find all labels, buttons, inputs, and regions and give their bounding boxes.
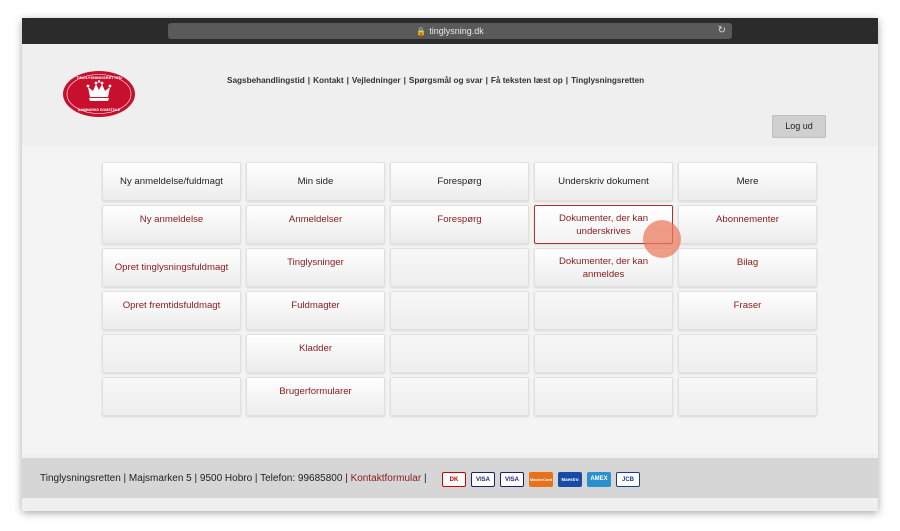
visa-electron-icon: VISA — [500, 472, 524, 487]
url-text: tinglysning.dk — [429, 26, 484, 36]
nav-spoergsmaal[interactable]: Spørgsmål og svar — [409, 76, 483, 85]
svg-text:DANMARKS DOMSTOLE: DANMARKS DOMSTOLE — [78, 108, 121, 112]
touch-indicator — [643, 220, 681, 258]
contact-form-link[interactable]: Kontaktformular — [351, 473, 422, 484]
menu-item-ny-anmeldelse[interactable]: Ny anmeldelse — [102, 205, 241, 244]
menu-empty-cell — [390, 291, 529, 330]
menu-item-bilag[interactable]: Bilag — [678, 248, 817, 287]
nav-tinglysningsretten[interactable]: Tinglysningsretten — [571, 76, 644, 85]
menu-item-opret-tinglysningsfuldmagt[interactable]: Opret tinglysningsfuldmagt — [102, 248, 241, 287]
menu-item-tinglysninger[interactable]: Tinglysninger — [246, 248, 385, 287]
menu-empty-cell — [534, 334, 673, 373]
menu-item-fraser[interactable]: Fraser — [678, 291, 817, 330]
menu-item-foresporg[interactable]: Forespørg — [390, 205, 529, 244]
menu-empty-cell — [678, 334, 817, 373]
main-menu-panel: Ny anmeldelse/fuldmagt Ny anmeldelse Opr… — [22, 146, 878, 454]
tinglysningsretten-logo[interactable]: TINGLYSNINGSRETTEN DANMARKS DOMSTOLE — [62, 70, 136, 118]
address-bar[interactable]: 🔒 tinglysning.dk ↻ — [168, 23, 732, 39]
svg-text:TINGLYSNINGSRETTEN: TINGLYSNINGSRETTEN — [76, 75, 122, 80]
browser-toolbar: 🔒 tinglysning.dk ↻ — [22, 18, 878, 44]
menu-header-mere[interactable]: Mere — [678, 162, 817, 201]
menu-item-abonnementer[interactable]: Abonnementer — [678, 205, 817, 244]
lock-icon: 🔒 — [416, 27, 427, 36]
dankort-icon: DK — [442, 472, 466, 487]
visa-icon: VISA — [471, 472, 495, 487]
reload-icon[interactable]: ↻ — [718, 23, 726, 39]
menu-empty-cell — [390, 248, 529, 287]
menu-empty-cell — [534, 291, 673, 330]
menu-item-anmeldelser[interactable]: Anmeldelser — [246, 205, 385, 244]
browser-window: 🔒 tinglysning.dk ↻ TINGLYSNINGSRETTEN DAN… — [22, 18, 878, 511]
top-navigation: Sagsbehandlingstid | Kontakt | Vejledninger |… — [227, 76, 645, 85]
menu-empty-cell — [390, 377, 529, 416]
nav-vejledninger[interactable]: Vejledninger — [352, 76, 401, 85]
menu-empty-cell — [102, 377, 241, 416]
nav-kontakt[interactable]: Kontakt — [313, 76, 343, 85]
menu-item-fuldmagter[interactable]: Fuldmagter — [246, 291, 385, 330]
logout-button[interactable]: Log ud — [772, 115, 826, 138]
menu-item-kladder[interactable]: Kladder — [246, 334, 385, 373]
menu-item-brugerformularer[interactable]: Brugerformularer — [246, 377, 385, 416]
footer-address: Tinglysningsretten | Majsmarken 5 | 9500… — [40, 473, 348, 484]
menu-empty-cell — [102, 334, 241, 373]
menu-header-min-side[interactable]: Min side — [246, 162, 385, 201]
footer-text: Tinglysningsretten | Majsmarken 5 | 9500… — [40, 473, 427, 484]
menu-empty-cell — [678, 377, 817, 416]
menu-empty-cell — [390, 334, 529, 373]
footer-separator: | — [423, 473, 427, 484]
nav-laest-op[interactable]: Få teksten læst op — [491, 76, 563, 85]
menu-header-foresporg[interactable]: Forespørg — [390, 162, 529, 201]
footer: Tinglysningsretten | Majsmarken 5 | 9500… — [22, 458, 878, 498]
mastercard-icon: MasterCard — [529, 472, 553, 487]
menu-empty-cell — [534, 377, 673, 416]
nav-sagsbehandlingstid[interactable]: Sagsbehandlingstid — [227, 76, 305, 85]
menu-item-opret-fremtidsfuldmagt[interactable]: Opret fremtidsfuldmagt — [102, 291, 241, 330]
amex-icon: AMEX — [587, 472, 611, 487]
jcb-icon: JCB — [616, 472, 640, 487]
maestro-icon: Maestro — [558, 472, 582, 487]
menu-header-ny-anmeldelse[interactable]: Ny anmeldelse/fuldmagt — [102, 162, 241, 201]
menu-header-underskriv-dokument[interactable]: Underskriv dokument — [534, 162, 673, 201]
